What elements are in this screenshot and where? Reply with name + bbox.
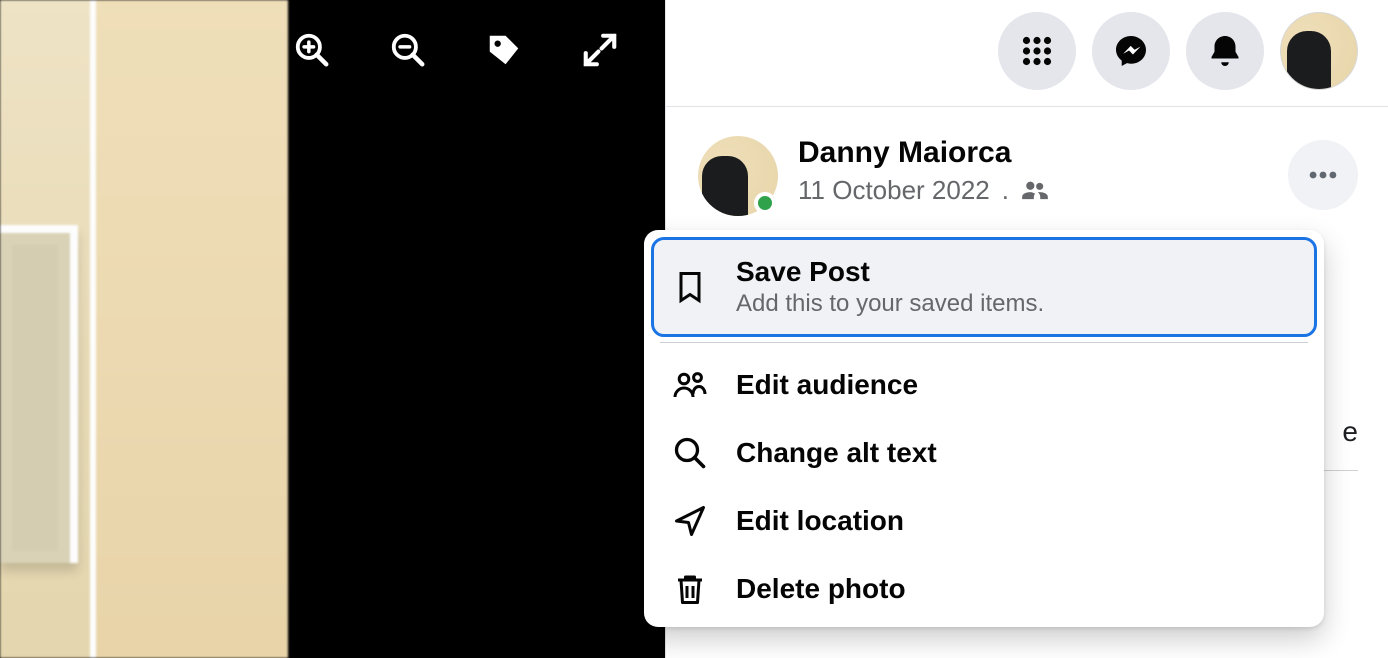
menu-item-delete-photo[interactable]: Delete photo bbox=[654, 555, 1314, 623]
header-divider bbox=[666, 106, 1388, 107]
profile-avatar-button[interactable] bbox=[1280, 12, 1358, 90]
bookmark-icon bbox=[672, 269, 708, 305]
bell-icon bbox=[1207, 33, 1243, 69]
photo-viewer bbox=[0, 0, 665, 658]
menu-item-edit-audience[interactable]: Edit audience bbox=[654, 351, 1314, 419]
trash-icon bbox=[672, 571, 708, 607]
side-panel: Danny Maiorca 11 October 2022 . Save Pos… bbox=[665, 0, 1388, 658]
post-meta: 11 October 2022 . bbox=[798, 175, 1049, 206]
more-horizontal-icon bbox=[1306, 158, 1340, 192]
truncated-text: e bbox=[1342, 416, 1358, 448]
people-icon bbox=[672, 367, 708, 403]
menu-item-edit-location[interactable]: Edit location bbox=[654, 487, 1314, 555]
friends-icon bbox=[1021, 177, 1049, 205]
zoom-in-icon bbox=[293, 31, 331, 69]
menu-item-subtitle: Add this to your saved items. bbox=[736, 290, 1044, 318]
messenger-icon bbox=[1113, 33, 1149, 69]
menu-item-change-alt-text[interactable]: Change alt text bbox=[654, 419, 1314, 487]
search-icon bbox=[672, 435, 708, 471]
navigate-icon bbox=[672, 503, 708, 539]
post-avatar[interactable] bbox=[698, 136, 778, 216]
menu-item-title: Edit audience bbox=[736, 369, 918, 401]
fullscreen-icon bbox=[581, 31, 619, 69]
photo bbox=[0, 0, 288, 658]
menu-separator bbox=[660, 342, 1308, 343]
menu-item-title: Change alt text bbox=[736, 437, 937, 469]
online-indicator bbox=[754, 192, 776, 214]
post-date: 11 October 2022 bbox=[798, 175, 990, 206]
menu-item-title: Edit location bbox=[736, 505, 904, 537]
tag-button[interactable] bbox=[482, 28, 526, 72]
messenger-button[interactable] bbox=[1092, 12, 1170, 90]
zoom-out-icon bbox=[389, 31, 427, 69]
zoom-out-button[interactable] bbox=[386, 28, 430, 72]
meta-separator: . bbox=[1002, 175, 1009, 206]
viewer-toolbar bbox=[290, 28, 622, 72]
post-options-menu: Save Post Add this to your saved items. … bbox=[644, 230, 1324, 627]
menu-item-title: Delete photo bbox=[736, 573, 906, 605]
post-header: Danny Maiorca 11 October 2022 . bbox=[698, 136, 1049, 216]
menu-grid-icon bbox=[1019, 33, 1055, 69]
menu-grid-button[interactable] bbox=[998, 12, 1076, 90]
menu-item-save-post[interactable]: Save Post Add this to your saved items. bbox=[654, 240, 1314, 334]
zoom-in-button[interactable] bbox=[290, 28, 334, 72]
post-author[interactable]: Danny Maiorca bbox=[798, 136, 1049, 169]
menu-item-title: Save Post bbox=[736, 256, 1044, 288]
tag-icon bbox=[485, 31, 523, 69]
fullscreen-button[interactable] bbox=[578, 28, 622, 72]
notifications-button[interactable] bbox=[1186, 12, 1264, 90]
top-nav bbox=[998, 12, 1358, 90]
post-options-button[interactable] bbox=[1288, 140, 1358, 210]
